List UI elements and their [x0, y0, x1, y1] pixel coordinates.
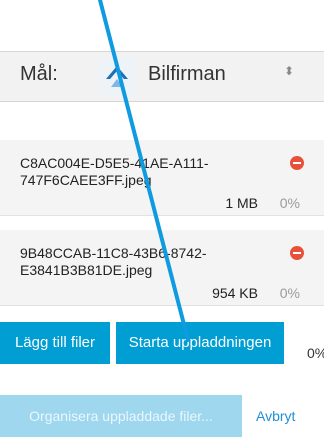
target-value: Bilfirman [148, 63, 226, 85]
file-row: 9B48CCAB-11C8-43B6-8742-E3841B3B81DE.jpe… [0, 230, 324, 306]
start-upload-button[interactable]: Starta uppladdningen [116, 322, 284, 364]
file-progress: 0% [279, 195, 300, 211]
file-size: 1 MB [225, 195, 258, 211]
chevron-updown-icon: ⬍ [284, 64, 295, 78]
file-progress: 0% [279, 285, 300, 301]
add-files-button[interactable]: Lägg till filer [0, 322, 110, 364]
upload-target-selector[interactable]: Mål: Bilfirman ⬍ [0, 51, 324, 102]
organize-uploaded-button[interactable]: Organisera uppladdade filer... [0, 395, 242, 437]
remove-icon[interactable] [290, 156, 304, 170]
total-progress: 0% [307, 345, 324, 361]
target-label: Mål: [20, 63, 58, 85]
file-size: 954 KB [212, 285, 258, 301]
remove-icon[interactable] [290, 246, 304, 260]
file-name: 9B48CCAB-11C8-43B6-8742-E3841B3B81DE.jpe… [20, 245, 207, 278]
app-logo-icon [98, 57, 136, 95]
file-name: C8AC004E-D5E5-41AE-A111-747F6CAEE3FF.jpe… [20, 155, 209, 188]
file-row: C8AC004E-D5E5-41AE-A111-747F6CAEE3FF.jpe… [0, 140, 324, 216]
cancel-link[interactable]: Avbryt [256, 408, 295, 424]
